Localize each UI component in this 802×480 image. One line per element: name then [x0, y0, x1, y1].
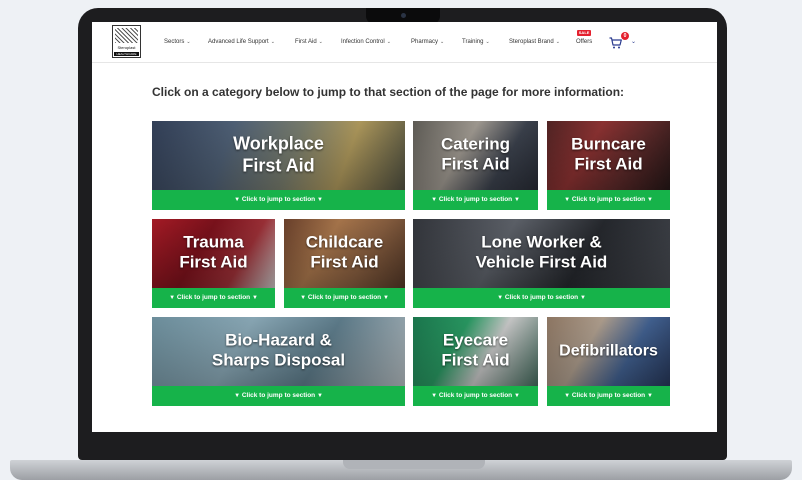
chevron-down-icon: ⌄ [386, 39, 391, 45]
tile-title: Defibrillators [559, 342, 658, 360]
offers-label: Offers [576, 39, 593, 45]
jump-to-section-button[interactable]: ▼ Click to jump to section ▼ [152, 386, 405, 406]
jump-to-section-button[interactable]: ▼ Click to jump to section ▼ [284, 288, 405, 308]
cta-label: Click to jump to section [241, 392, 316, 399]
tile-eyecare-first-aid[interactable]: Eyecare First Aid ▼ Click to jump to sect… [413, 317, 538, 406]
chevron-down-icon: ⌄ [270, 39, 275, 45]
chevron-down-icon: ⌄ [186, 39, 191, 45]
jump-to-section-button[interactable]: ▼ Click to jump to section ▼ [152, 288, 275, 308]
tile-catering-first-aid[interactable]: Catering First Aid ▼ Click to jump to sec… [413, 121, 538, 210]
nav-sectors[interactable]: Sectors ⌄ [164, 39, 191, 45]
logo-pattern [115, 28, 138, 43]
offers-link[interactable]: SALE Offers [576, 30, 592, 45]
logo-bar: HEALTHCARE [114, 52, 139, 56]
nav-pharmacy[interactable]: Pharmacy ⌄ [411, 39, 444, 45]
cta-label: Click to jump to section [176, 294, 251, 301]
tile-childcare-first-aid[interactable]: Childcare First Aid ▼ Click to jump to se… [284, 219, 405, 308]
cta-label: Click to jump to section [504, 294, 579, 301]
sale-badge: SALE [577, 30, 592, 36]
tile-title: Burncare First Aid [571, 134, 646, 174]
tile-title: Trauma First Aid [179, 232, 248, 272]
triangle-down-icon: ▼ [646, 393, 653, 399]
nav-label: Steroplast Brand [509, 39, 554, 45]
jump-to-section-button[interactable]: ▼ Click to jump to section ▼ [152, 190, 405, 210]
chevron-down-icon: ⌄ [555, 39, 560, 45]
tile-trauma-first-aid[interactable]: Trauma First Aid ▼ Click to jump to secti… [152, 219, 275, 308]
site-header: Steroplast HEALTHCARE Sectors ⌄ Advanced … [92, 22, 717, 63]
cart-icon [609, 37, 622, 49]
camera-icon [401, 13, 406, 18]
jump-to-section-button[interactable]: ▼ Click to jump to section ▼ [413, 386, 538, 406]
triangle-down-icon: ▼ [234, 197, 241, 203]
chevron-down-icon: ⌄ [485, 39, 490, 45]
chevron-down-icon: ⌄ [318, 39, 323, 45]
triangle-down-icon: ▼ [513, 197, 520, 203]
cart-button[interactable] [609, 36, 622, 54]
cta-label: Click to jump to section [307, 294, 382, 301]
chevron-down-icon[interactable]: ⌄ [631, 38, 636, 45]
cta-label: Click to jump to section [438, 392, 513, 399]
nav-label: Sectors [164, 39, 185, 45]
triangle-down-icon: ▼ [579, 295, 586, 301]
tile-bio-hazard-sharps-disposal[interactable]: Bio-Hazard & Sharps Disposal ▼ Click to j… [152, 317, 405, 406]
triangle-down-icon: ▼ [300, 295, 307, 301]
steroplast-logo[interactable]: Steroplast HEALTHCARE [112, 25, 141, 58]
triangle-down-icon: ▼ [513, 393, 520, 399]
nav-infection-control[interactable]: Infection Control ⌄ [341, 39, 391, 45]
tile-title: Workplace First Aid [233, 133, 324, 175]
nav-label: Infection Control [341, 39, 385, 45]
nav-label: Advanced Life Support [208, 39, 269, 45]
cta-label: Click to jump to section [241, 196, 316, 203]
tile-title: Lone Worker & Vehicle First Aid [475, 232, 608, 272]
cta-label: Click to jump to section [571, 392, 646, 399]
logo-brand: Steroplast [117, 45, 136, 50]
chevron-down-icon: ⌄ [440, 39, 445, 45]
jump-to-section-button[interactable]: ▼ Click to jump to section ▼ [413, 288, 670, 308]
triangle-down-icon: ▼ [431, 393, 438, 399]
tile-burncare-first-aid[interactable]: Burncare First Aid ▼ Click to jump to sec… [547, 121, 670, 210]
jump-to-section-button[interactable]: ▼ Click to jump to section ▼ [547, 190, 670, 210]
triangle-down-icon: ▼ [564, 197, 571, 203]
nav-training[interactable]: Training ⌄ [462, 39, 490, 45]
tile-lone-worker-vehicle-first-aid[interactable]: Lone Worker & Vehicle First Aid ▼ Click t… [413, 219, 670, 308]
tile-title: Bio-Hazard & Sharps Disposal [211, 330, 346, 370]
triangle-down-icon: ▼ [497, 295, 504, 301]
nav-label: Training [462, 39, 484, 45]
tile-title: Childcare First Aid [305, 232, 384, 272]
tile-defibrillators[interactable]: Defibrillators ▼ Click to jump to sectio… [547, 317, 670, 406]
cta-label: Click to jump to section [438, 196, 513, 203]
nav-first-aid[interactable]: First Aid ⌄ [295, 39, 323, 45]
triangle-down-icon: ▼ [431, 197, 438, 203]
triangle-down-icon: ▼ [646, 197, 653, 203]
nav-advanced-life-support[interactable]: Advanced Life Support ⌄ [208, 39, 275, 45]
jump-to-section-button[interactable]: ▼ Click to jump to section ▼ [413, 190, 538, 210]
base-groove [343, 460, 485, 469]
triangle-down-icon: ▼ [382, 295, 389, 301]
cart-count-badge: 0 [621, 32, 629, 40]
laptop-base [10, 460, 792, 480]
triangle-down-icon: ▼ [316, 393, 323, 399]
nav-label: First Aid [295, 39, 317, 45]
intro-text: Click on a category below to jump to tha… [152, 85, 625, 99]
browser-screen: Steroplast HEALTHCARE Sectors ⌄ Advanced … [92, 22, 717, 432]
triangle-down-icon: ▼ [169, 295, 176, 301]
triangle-down-icon: ▼ [234, 393, 241, 399]
tile-workplace-first-aid[interactable]: Workplace First Aid ▼ Click to jump to se… [152, 121, 405, 210]
triangle-down-icon: ▼ [251, 295, 258, 301]
nav-label: Pharmacy [411, 39, 439, 45]
triangle-down-icon: ▼ [564, 393, 571, 399]
tile-title: Catering First Aid [441, 134, 510, 174]
triangle-down-icon: ▼ [316, 197, 323, 203]
cta-label: Click to jump to section [571, 196, 646, 203]
nav-steroplast-brand[interactable]: Steroplast Brand ⌄ [509, 39, 560, 45]
tile-title: Eyecare First Aid [441, 330, 510, 370]
jump-to-section-button[interactable]: ▼ Click to jump to section ▼ [547, 386, 670, 406]
logo-sub: HEALTHCARE [116, 52, 137, 56]
